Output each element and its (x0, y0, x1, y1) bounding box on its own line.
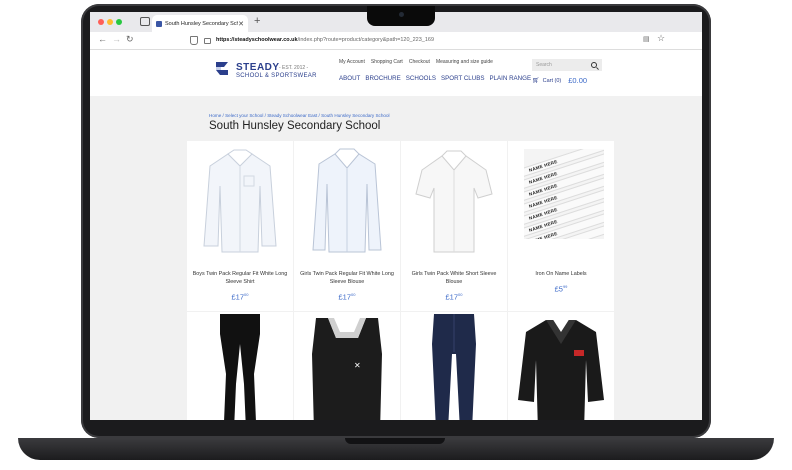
product-image[interactable] (409, 314, 499, 420)
product-card[interactable] (401, 312, 507, 420)
product-card[interactable]: Boys Twin Pack Regular Fit White Long Sl… (187, 141, 293, 311)
minimize-window-icon[interactable] (107, 19, 113, 25)
product-name[interactable]: Girls Twin Pack Regular Fit White Long S… (298, 271, 396, 286)
url-path: /index.php?route=product/category&path=1… (297, 37, 434, 43)
product-image[interactable]: ✕ (302, 318, 392, 420)
reload-icon[interactable]: ↻ (126, 34, 134, 45)
back-icon[interactable]: ← (98, 34, 107, 44)
lock-icon[interactable] (204, 38, 211, 44)
close-window-icon[interactable] (98, 19, 104, 25)
nav-brochure[interactable]: BROCHURE (365, 75, 400, 82)
product-image[interactable] (409, 145, 499, 257)
url-domain: https://steadyschoolwear.co.uk (216, 37, 298, 43)
link-size-guide[interactable]: Measuring and size guide (436, 59, 493, 65)
product-price: £1700 (231, 292, 249, 302)
cart-link[interactable]: 🛒︎ Cart (0) £0.00 (532, 76, 587, 85)
product-card[interactable]: Girls Twin Pack Regular Fit White Long S… (294, 141, 400, 311)
product-image[interactable] (195, 145, 285, 257)
logo-subtitle: SCHOOL & SPORTSWEAR (236, 73, 317, 79)
product-card[interactable]: ✕ (294, 312, 400, 420)
nav-schools[interactable]: SCHOOLS (406, 75, 436, 82)
nav-about[interactable]: ABOUT (339, 75, 360, 82)
favicon-icon (156, 20, 162, 27)
camera-icon (399, 12, 404, 17)
link-checkout[interactable]: Checkout (409, 59, 430, 65)
page-title: South Hunsley Secondary School (209, 120, 381, 132)
product-card[interactable]: NAME HERE NAME HERE NAME HERE NAME HERE … (508, 141, 614, 311)
new-tab-icon[interactable]: + (254, 15, 260, 27)
website: STEADY - EST. 2012 - SCHOOL & SPORTSWEAR… (90, 50, 702, 420)
product-card[interactable] (187, 312, 293, 420)
forward-icon[interactable]: → (112, 34, 121, 44)
top-links: My Account Shopping Cart Checkout Measur… (339, 59, 493, 65)
product-grid: Boys Twin Pack Regular Fit White Long Sl… (187, 141, 615, 420)
maximize-window-icon[interactable] (116, 19, 122, 25)
bookmark-star-icon[interactable]: ☆ (657, 33, 665, 44)
tab-list-icon[interactable] (140, 17, 150, 26)
product-price: £599 (554, 284, 568, 294)
logo-brand[interactable]: STEADY (236, 62, 280, 73)
search-icon[interactable] (591, 62, 597, 68)
cart-label: Cart (0) (542, 77, 562, 84)
search-input[interactable]: Search (532, 59, 602, 71)
search-placeholder: Search (536, 62, 552, 68)
tab-close-icon[interactable]: ✕ (238, 20, 244, 28)
product-image[interactable]: NAME HERE NAME HERE NAME HERE NAME HERE … (524, 149, 604, 239)
product-name[interactable]: Boys Twin Pack Regular Fit White Long Sl… (191, 271, 289, 286)
product-price: £1700 (445, 292, 463, 302)
nav-plain-range[interactable]: PLAIN RANGE (489, 75, 531, 82)
product-price: £1700 (338, 292, 356, 302)
product-card[interactable] (508, 312, 614, 420)
link-my-account[interactable]: My Account (339, 59, 365, 65)
product-image[interactable] (195, 314, 285, 420)
product-card[interactable]: Girls Twin Pack White Short Sleeve Blous… (401, 141, 507, 311)
product-name[interactable]: Girls Twin Pack White Short Sleeve Blous… (405, 271, 503, 286)
product-name[interactable]: Iron On Name Labels (512, 271, 610, 279)
svg-text:✕: ✕ (354, 361, 361, 370)
screen: South Hunsley Secondary Scho ✕ + ← → ↻ h… (90, 12, 702, 420)
cart-total: £0.00 (568, 76, 588, 85)
browser-tab[interactable]: South Hunsley Secondary Scho ✕ (152, 15, 248, 32)
nav-sport-clubs[interactable]: SPORT CLUBS (441, 75, 484, 82)
laptop-base-notch (345, 438, 445, 444)
site-header: STEADY - EST. 2012 - SCHOOL & SPORTSWEAR… (90, 50, 702, 96)
reader-view-icon[interactable]: ▤ (643, 35, 650, 43)
cart-icon: 🛒︎ (532, 78, 540, 84)
link-shopping-cart[interactable]: Shopping Cart (371, 59, 403, 65)
browser-navbar: ← → ↻ https://steadyschoolwear.co.uk /in… (90, 32, 702, 50)
shield-icon[interactable] (190, 35, 198, 45)
product-image[interactable] (516, 320, 606, 420)
breadcrumb[interactable]: Home / Select your School / Steady Schoo… (209, 113, 390, 118)
address-bar[interactable]: https://steadyschoolwear.co.uk /index.ph… (190, 34, 610, 46)
tab-title: South Hunsley Secondary Scho (165, 20, 239, 27)
main-nav: ABOUT BROCHURE SCHOOLS SPORT CLUBS PLAIN… (339, 75, 531, 82)
logo-est: - EST. 2012 - (279, 65, 309, 71)
product-image[interactable] (302, 145, 392, 257)
